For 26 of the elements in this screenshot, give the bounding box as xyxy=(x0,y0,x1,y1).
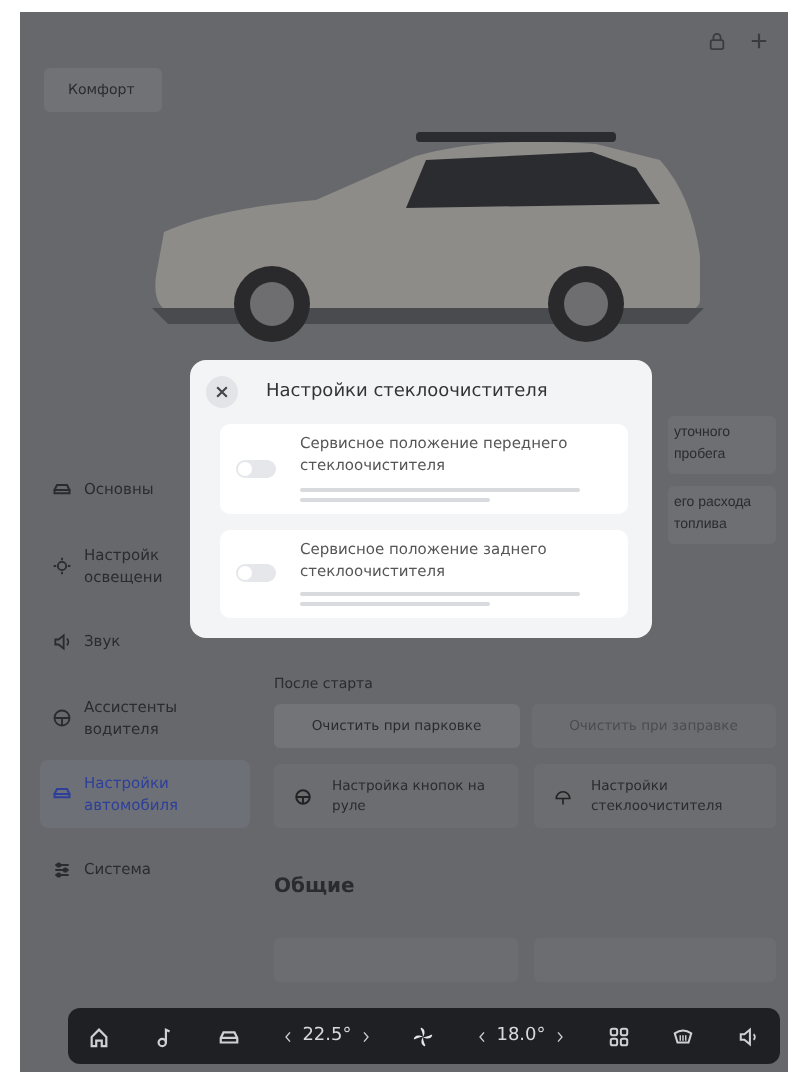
chevron-left-icon[interactable] xyxy=(478,1029,487,1043)
car-icon[interactable] xyxy=(218,1025,241,1047)
section-title: Общие xyxy=(274,876,357,899)
chevron-left-icon[interactable] xyxy=(284,1029,293,1043)
steering-wheel-icon xyxy=(294,787,312,806)
speaker-icon xyxy=(52,632,72,652)
music-note-icon[interactable] xyxy=(153,1025,176,1047)
steering-wheel-icon xyxy=(52,708,72,728)
close-icon xyxy=(214,384,230,400)
toggle-switch[interactable] xyxy=(236,564,276,583)
chevron-right-icon[interactable] xyxy=(361,1029,370,1043)
chevron-right-icon[interactable] xyxy=(555,1029,564,1043)
car-icon xyxy=(52,784,72,804)
sun-icon xyxy=(52,556,72,576)
car-icon xyxy=(52,480,72,500)
grid-icon[interactable] xyxy=(607,1025,629,1047)
temperature-value: 22.5° xyxy=(302,1026,352,1046)
close-button[interactable] xyxy=(206,376,238,408)
temperature-value: 18.0° xyxy=(496,1026,546,1046)
windshield-heat-icon[interactable] xyxy=(672,1025,695,1047)
home-icon[interactable] xyxy=(88,1025,110,1047)
dialog-title: Настройки стеклоочистителя xyxy=(266,382,548,402)
fan-icon[interactable] xyxy=(412,1025,435,1047)
sliders-icon xyxy=(52,860,72,880)
toggle-switch[interactable] xyxy=(236,459,276,478)
speaker-icon[interactable] xyxy=(737,1025,760,1047)
